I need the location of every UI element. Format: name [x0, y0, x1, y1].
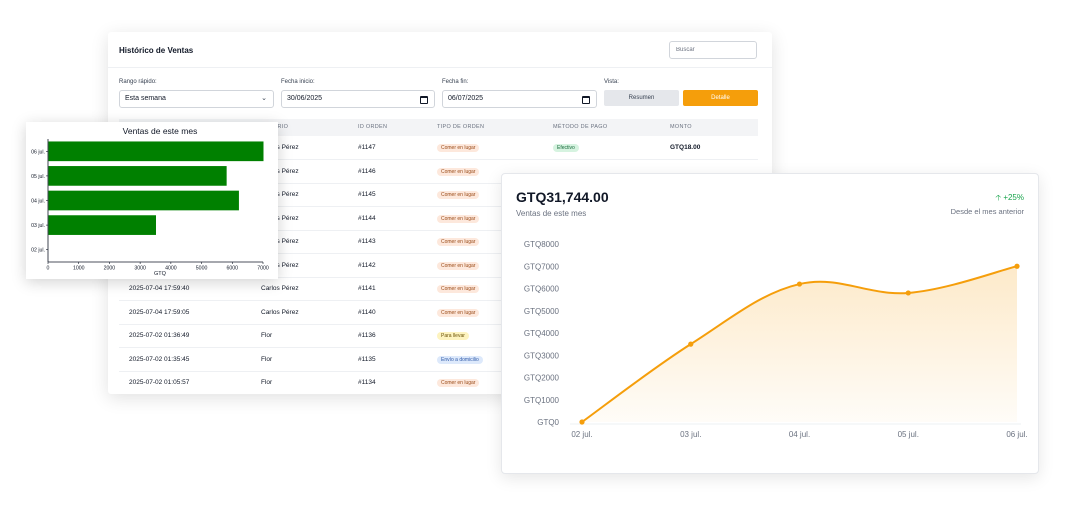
y-tick-label: GTQ4000 — [524, 329, 560, 338]
chevron-down-icon: ⌄ — [261, 95, 267, 102]
end-date-value: 06/07/2025 — [448, 95, 484, 102]
bar — [48, 190, 239, 211]
y-tick-label: 06 jul. — [31, 149, 45, 155]
line-chart: GTQ0 GTQ1000 GTQ2000 GTQ3000 GTQ4000 GTQ5000 G… — [524, 240, 1028, 439]
date-cell: 2025-07-02 01:35:45 — [129, 355, 190, 363]
x-tick-label: 3000 — [134, 266, 146, 272]
bar — [48, 215, 156, 235]
order-id-cell: #1136 — [358, 332, 376, 339]
quick-range-label: Rango rápido: — [119, 79, 157, 85]
x-tick-label: 05 jul. — [898, 430, 919, 439]
x-tick-label: 1000 — [73, 266, 85, 272]
start-date-value: 30/06/2025 — [287, 95, 323, 102]
y-tick-label: GTQ6000 — [524, 285, 560, 294]
order-id-cell: #1146 — [358, 167, 376, 175]
amount-cell: GTQ18.00 — [670, 144, 701, 151]
user-cell: Flor — [261, 379, 273, 386]
order-type-badge: Comer en lugar — [437, 261, 480, 270]
start-date-label: Fecha inicio: — [281, 79, 315, 85]
x-tick-label: 5000 — [196, 266, 208, 272]
x-tick-label: 2000 — [104, 266, 116, 272]
order-type-badge: Comer en lugar — [437, 167, 480, 176]
y-tick-label: 05 jul. — [31, 174, 45, 180]
x-tick-label: 7000 — [257, 266, 269, 272]
order-id-cell: #1143 — [358, 238, 376, 245]
x-tick-label: 02 jul. — [571, 430, 592, 439]
y-tick-label: GTQ5000 — [524, 307, 560, 316]
y-tick-label: GTQ7000 — [524, 262, 560, 271]
x-tick-label: 4000 — [165, 266, 177, 272]
calendar-icon[interactable] — [582, 96, 590, 104]
user-cell: Carlos Pérez — [261, 285, 299, 292]
x-tick-label: 03 jul. — [680, 430, 701, 439]
order-id-cell: #1135 — [358, 355, 376, 363]
order-type-badge: Comer en lugar — [437, 191, 480, 199]
calendar-icon[interactable] — [420, 96, 428, 104]
start-date-input[interactable]: 30/06/2025 — [281, 90, 435, 108]
order-id-cell: #1141 — [358, 285, 376, 292]
y-tick-label: GTQ2000 — [524, 374, 560, 383]
y-tick-label: 03 jul. — [31, 223, 45, 229]
quick-range-value: Esta semana — [125, 95, 166, 102]
x-tick-label: 06 jul. — [1006, 430, 1027, 439]
end-date-input[interactable]: 06/07/2025 — [442, 90, 597, 108]
column-header-payment[interactable]: MÉTODO DE PAGO — [553, 119, 607, 136]
page-title: Histórico de Ventas — [119, 46, 194, 55]
order-type-badge: Comer en lugar — [437, 308, 480, 317]
order-type-badge: Envío a domicilio — [437, 355, 483, 364]
date-cell: 2025-07-02 01:36:49 — [129, 332, 190, 339]
user-cell: Carlos Pérez — [261, 308, 299, 316]
bar-chart-title: Ventas de este mes — [123, 126, 198, 136]
order-id-cell: #1140 — [358, 308, 376, 316]
order-type-badge: Para llevar — [437, 332, 469, 340]
y-tick-label: GTQ8000 — [524, 240, 560, 249]
user-cell: Flor — [261, 355, 273, 363]
order-type-badge: Comer en lugar — [437, 144, 480, 152]
order-id-cell: #1145 — [358, 191, 376, 198]
date-cell: 2025-07-02 01:05:57 — [129, 379, 190, 386]
bar — [48, 166, 227, 186]
bar-chart-xlabel: GTQ — [154, 271, 167, 277]
y-tick-label: GTQ3000 — [524, 351, 560, 360]
payment-badge: Efectivo — [553, 144, 579, 152]
view-label: Vista: — [604, 79, 619, 85]
order-type-badge: Comer en lugar — [437, 214, 480, 223]
order-type-badge: Comer en lugar — [437, 379, 480, 387]
data-point — [905, 290, 911, 296]
data-point — [796, 281, 803, 287]
order-id-cell: #1142 — [358, 261, 376, 269]
data-point — [1014, 263, 1020, 269]
bar-chart-panel: Ventas de este mes GTQ 06 jul. 05 jul. 04 … — [26, 122, 278, 279]
bar-chart: Ventas de este mes GTQ 06 jul. 05 jul. 04 … — [31, 126, 269, 277]
y-tick-label: GTQ0 — [537, 418, 559, 427]
y-tick-label: 04 jul. — [31, 199, 45, 205]
date-cell: 2025-07-04 17:59:40 — [129, 285, 190, 292]
bar — [48, 141, 264, 162]
detail-view-button[interactable]: Detalle — [683, 90, 758, 106]
summary-view-button[interactable]: Resumen — [604, 90, 679, 106]
column-header-amount[interactable]: MONTO — [670, 119, 692, 136]
column-header-order-type[interactable]: TIPO DE ORDEN — [437, 119, 484, 136]
order-type-badge: Comer en lugar — [437, 285, 480, 293]
monthly-sales-card: GTQ31,744.00 Ventas de este mes 🡡 +25% D… — [501, 173, 1039, 474]
data-point — [688, 341, 694, 347]
area-fill — [582, 266, 1017, 422]
search-input[interactable] — [669, 41, 757, 59]
user-cell: Flor — [261, 332, 273, 339]
order-id-cell: #1144 — [358, 214, 376, 222]
x-tick-label: 0 — [47, 266, 50, 272]
column-header-order-id[interactable]: ID ORDEN — [358, 119, 387, 136]
y-tick-label: GTQ1000 — [524, 396, 560, 405]
date-cell: 2025-07-04 17:59:05 — [129, 308, 190, 316]
order-id-cell: #1134 — [358, 379, 376, 386]
x-tick-label: 6000 — [227, 266, 239, 272]
data-point — [579, 419, 585, 425]
end-date-label: Fecha fin: — [442, 79, 469, 85]
order-type-badge: Comer en lugar — [437, 238, 480, 246]
y-tick-label: 02 jul. — [31, 248, 45, 254]
x-tick-label: 04 jul. — [789, 430, 810, 439]
order-id-cell: #1147 — [358, 144, 376, 151]
header-divider — [108, 67, 772, 68]
quick-range-select[interactable]: Esta semana ⌄ — [119, 90, 274, 108]
